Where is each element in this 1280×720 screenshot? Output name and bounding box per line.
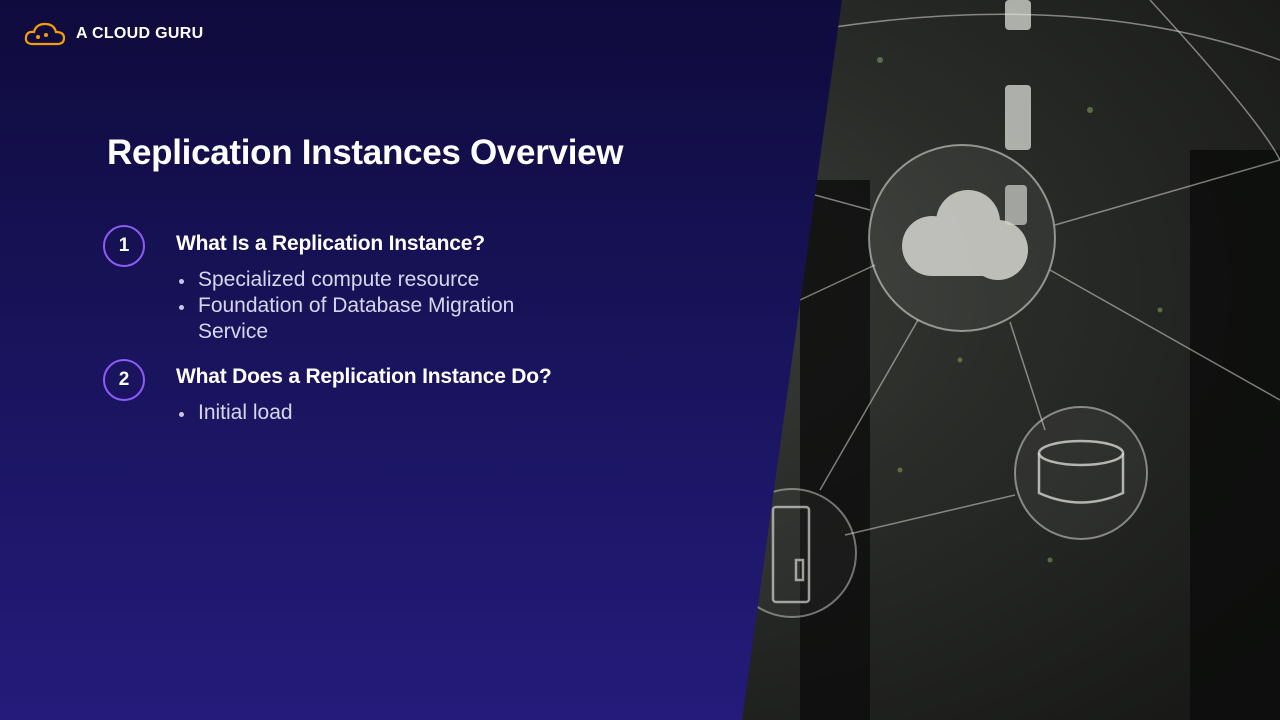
slide-title: Replication Instances Overview [107,133,624,172]
bullet-item: Specialized compute resource [176,267,578,293]
bullet-item: Foundation of Database Migration Service [176,293,578,345]
slide: A CLOUD GURU Replication Instances Overv… [0,0,1280,720]
section-number-2: 2 [103,359,145,401]
datacenter-photo [742,0,1280,720]
brand-logo: A CLOUD GURU [24,21,203,47]
section-number-1: 1 [103,225,145,267]
network-illustration [742,0,1280,720]
brand-name: A CLOUD GURU [76,25,204,42]
section-bullets-2: Initial load [176,400,578,426]
section-heading-1: What Is a Replication Instance? [176,232,485,255]
bullet-item: Initial load [176,400,578,426]
section-heading-2: What Does a Replication Instance Do? [176,365,552,388]
database-node [1014,406,1148,540]
server-rack-left [800,180,870,720]
section-bullets-1: Specialized compute resource Foundation … [176,267,578,345]
cloud-logo-icon [24,22,66,46]
server-rack-right [1190,150,1280,720]
ceiling-light [1005,85,1031,150]
